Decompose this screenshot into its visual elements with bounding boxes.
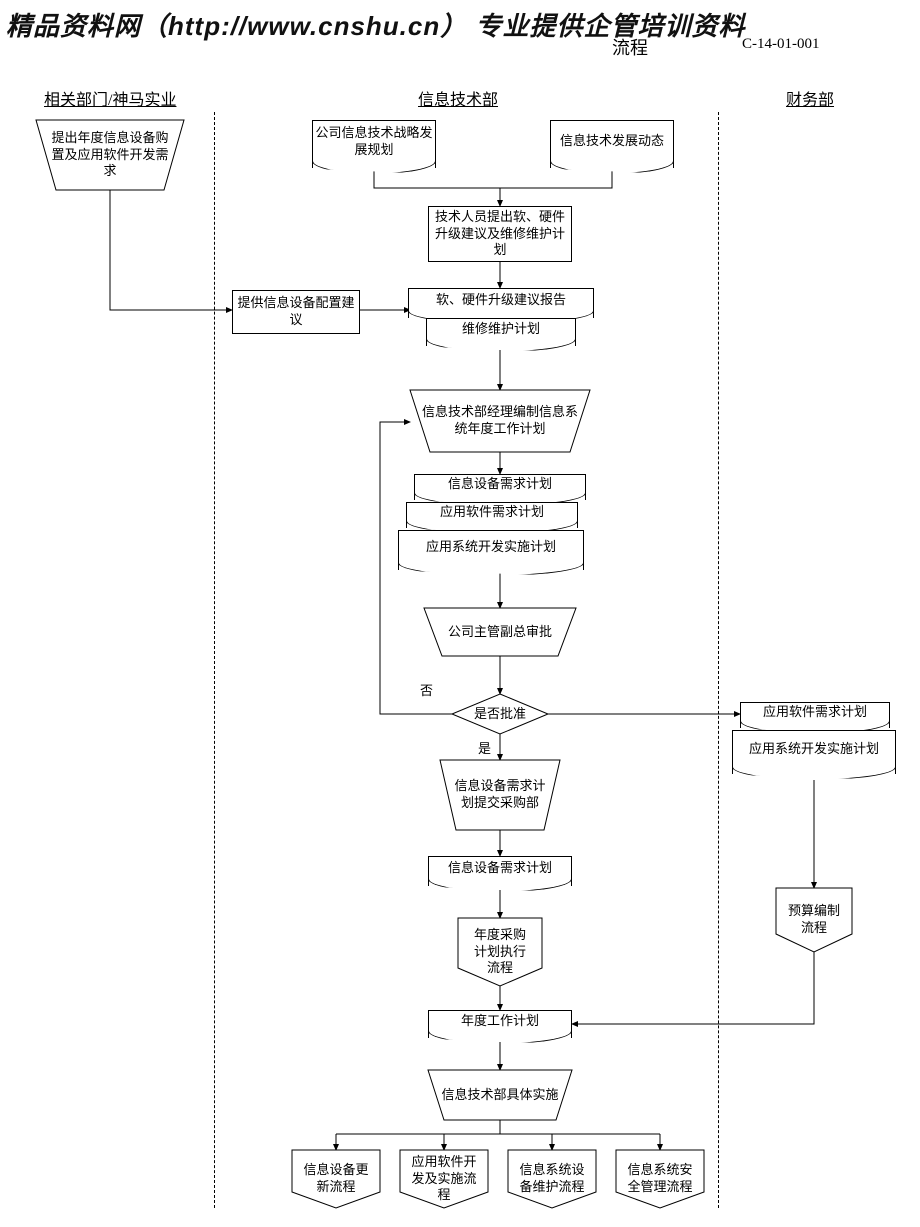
- document-code: C-14-01-001: [742, 36, 820, 53]
- node-out-2: 应用软件开发及实施流程: [400, 1150, 488, 1208]
- node-submit-purchase: 信息设备需求计划提交采购部: [440, 760, 560, 830]
- label-yes: 是: [478, 738, 491, 757]
- node-budget: 预算编制流程: [776, 888, 852, 952]
- node-annual-purchase: 年度采购计划执行流程: [458, 918, 542, 986]
- node-sw-demand: 应用软件需求计划: [406, 502, 578, 528]
- node-maint-plan: 维修维护计划: [426, 318, 576, 346]
- node-approved-decision: 是否批准: [452, 694, 548, 734]
- node-annual-plan: 年度工作计划: [428, 1010, 572, 1038]
- diagram-stage: 精品资料网（http://www.cnshu.cn） 专业提供企管培训资料 流程…: [0, 0, 920, 1227]
- lane-header-right: 财务部: [786, 86, 834, 110]
- node-out-4: 信息系统安全管理流程: [616, 1150, 704, 1208]
- node-sys-impl-plan: 应用系统开发实施计划: [398, 530, 584, 570]
- node-fin-sw: 应用软件需求计划: [740, 702, 890, 728]
- lane-separator-1: [214, 112, 215, 1208]
- node-tech-propose: 技术人员提出软、硬件升级建议及维修维护计划: [428, 206, 572, 262]
- node-left-input: 提出年度信息设备购置及应用软件开发需求: [36, 120, 184, 190]
- node-out-1: 信息设备更新流程: [292, 1150, 380, 1208]
- node-mgr-compile: 信息技术部经理编制信息系统年度工作计划: [410, 390, 590, 452]
- node-config-advice: 提供信息设备配置建议: [232, 290, 360, 334]
- node-fin-impl: 应用系统开发实施计划: [732, 730, 896, 774]
- node-vp-approve: 公司主管副总审批: [424, 608, 576, 656]
- node-implement: 信息技术部具体实施: [428, 1070, 572, 1120]
- lane-separator-2: [718, 112, 719, 1208]
- node-out-3: 信息系统设备维护流程: [508, 1150, 596, 1208]
- title-fragment: 流程: [612, 34, 648, 60]
- lane-header-mid: 信息技术部: [418, 86, 498, 110]
- node-dev-demand: 信息设备需求计划: [414, 474, 586, 500]
- node-trend: 信息技术发展动态: [550, 120, 674, 168]
- node-upgrade-report: 软、硬件升级建议报告: [408, 288, 594, 318]
- node-strategy: 公司信息技术战略发展规划: [312, 120, 436, 168]
- lane-header-left: 相关部门/神马实业: [44, 86, 176, 110]
- label-no: 否: [420, 680, 433, 699]
- node-dev-demand-2: 信息设备需求计划: [428, 856, 572, 886]
